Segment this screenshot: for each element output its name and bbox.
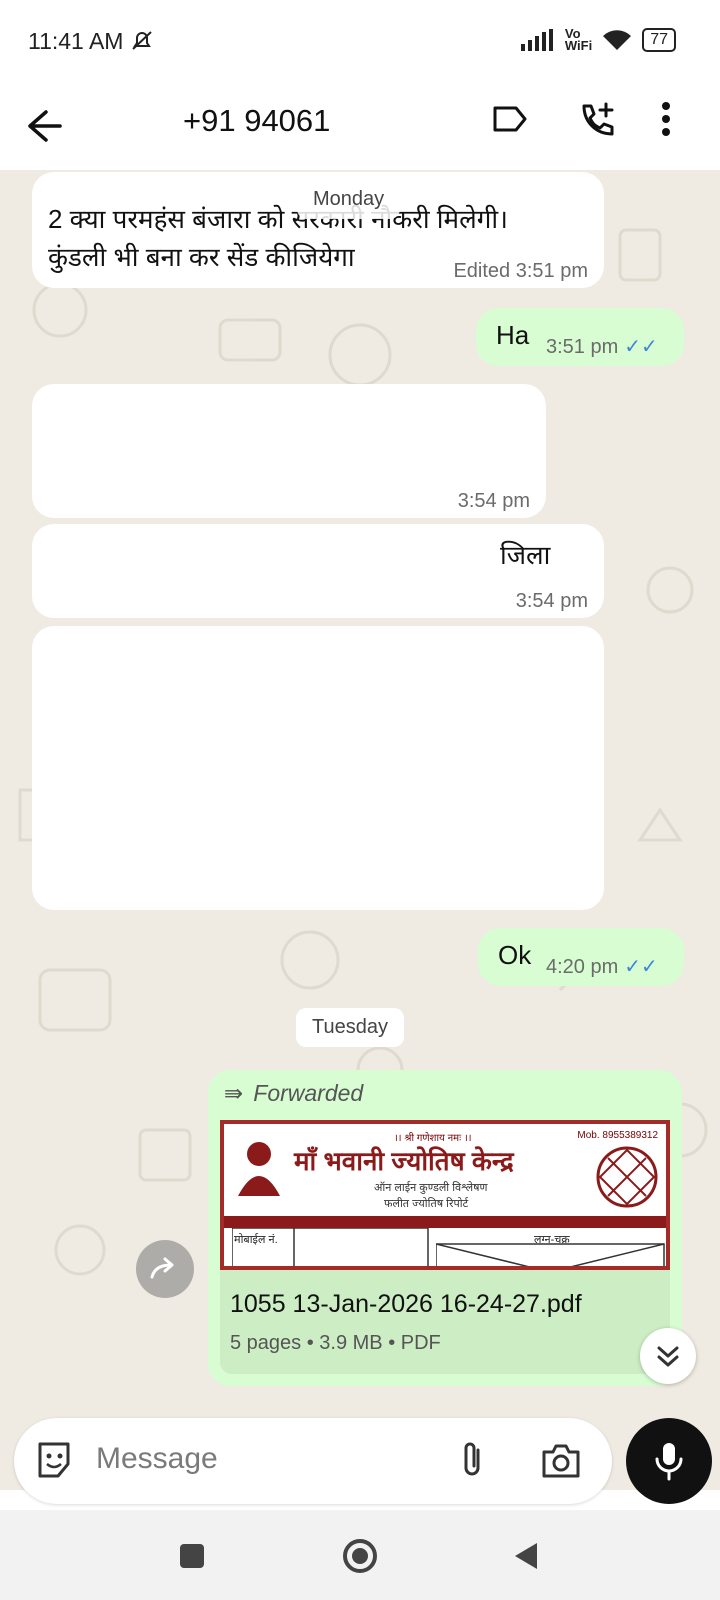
incoming-message[interactable]: जिला 3:54 pm xyxy=(32,524,604,618)
back-nav-icon[interactable] xyxy=(512,1541,540,1571)
outgoing-message[interactable]: Ok 4:20 pm ✓✓ xyxy=(478,928,684,986)
system-navigation-bar xyxy=(0,1510,720,1600)
double-check-icon: ✓✓ xyxy=(624,956,658,978)
document-info[interactable]: 1055 13-Jan-2026 16-24-27.pdf 5 pages • … xyxy=(220,1270,670,1374)
chat-area[interactable]: 2 क्या परमहंस बंजारा को सरकारी नौकरी मिल… xyxy=(0,170,720,1490)
message-text-line2: कुंडली भी बना कर सेंड कीजियेगा xyxy=(48,242,355,272)
forwarded-document-message[interactable]: ⇛ Forwarded ।। श्री गणेशाय नमः ।। Mob. 89… xyxy=(208,1070,682,1386)
forward-arrow-icon: ⇛ xyxy=(224,1080,244,1106)
attach-icon[interactable] xyxy=(458,1440,486,1480)
date-chip-monday: Monday xyxy=(297,180,401,219)
message-text: Ok xyxy=(498,940,532,970)
voice-message-button[interactable] xyxy=(626,1418,712,1504)
forward-icon xyxy=(150,1257,174,1279)
message-timestamp: 3:54 pm xyxy=(457,490,530,512)
vowifi-bottom: WiFi xyxy=(564,38,593,53)
document-preview[interactable]: ।। श्री गणेशाय नमः ।। Mob. 8955389312 मा… xyxy=(220,1120,670,1270)
status-indicators: Vo WiFi 77 xyxy=(520,27,676,53)
label-icon[interactable] xyxy=(492,104,528,134)
vowifi-label: Vo WiFi xyxy=(564,27,593,53)
signal-icon xyxy=(520,29,553,51)
add-call-icon[interactable] xyxy=(578,100,618,140)
outgoing-message[interactable]: Ha 3:51 pm ✓✓ xyxy=(476,308,684,366)
forwarded-label: ⇛ Forwarded xyxy=(224,1080,363,1107)
time-text: 4:20 pm xyxy=(546,956,619,978)
double-check-icon: ✓✓ xyxy=(624,336,658,358)
kundali-emblem-icon xyxy=(596,1146,658,1208)
preview-subtitle-1: ऑन लाईन कुण्डली विश्लेषण xyxy=(374,1182,488,1194)
back-arrow-icon[interactable] xyxy=(26,102,74,150)
chat-header: +91 94061 xyxy=(0,88,720,170)
deity-image-icon xyxy=(238,1142,280,1196)
preview-mobile: Mob. 8955389312 xyxy=(577,1130,658,1141)
wifi-icon xyxy=(603,30,632,50)
more-options-icon[interactable] xyxy=(660,98,672,140)
preview-band xyxy=(224,1216,666,1228)
message-text: जिला xyxy=(500,540,551,570)
message-text: Ha xyxy=(496,320,530,350)
camera-icon[interactable] xyxy=(540,1442,582,1480)
mute-bell-icon xyxy=(132,31,152,50)
double-chevron-down-icon xyxy=(657,1346,679,1367)
preview-title: माँ भवानी ज्योतिष केन्द्र xyxy=(294,1146,514,1176)
message-timestamp: Edited 3:51 pm xyxy=(453,260,588,282)
preview-chart-lines xyxy=(436,1243,665,1266)
preview-table-lines xyxy=(232,1228,429,1266)
microphone-icon xyxy=(655,1443,683,1481)
document-details: 5 pages • 3.9 MB • PDF xyxy=(230,1332,441,1354)
recent-apps-icon[interactable] xyxy=(178,1542,206,1570)
incoming-message[interactable]: 3:54 pm xyxy=(32,384,546,518)
message-timestamp: 4:20 pm ✓✓ xyxy=(546,954,658,979)
message-input[interactable]: Message xyxy=(96,1442,218,1476)
message-composer[interactable]: Message xyxy=(14,1418,612,1504)
message-timestamp: 3:54 pm xyxy=(515,590,588,612)
forwarded-text: Forwarded xyxy=(253,1080,364,1106)
clock-text: 11:41 AM xyxy=(28,28,124,54)
message-text-line1: 2 क्या परमहंस बंजारा को सरकारी नौकरी मिल… xyxy=(48,204,508,234)
status-bar: 11:41 AM Vo WiFi 77 xyxy=(0,0,720,88)
status-time: 11:41 AM xyxy=(28,28,156,55)
scroll-to-bottom-button[interactable] xyxy=(640,1328,696,1384)
home-icon[interactable] xyxy=(341,1537,379,1575)
sticker-icon[interactable] xyxy=(34,1440,74,1480)
incoming-message[interactable] xyxy=(32,626,604,910)
preview-subtitle-2: फलीत ज्योतिष रिपोर्ट xyxy=(384,1198,469,1210)
contact-name[interactable]: +91 94061 xyxy=(183,103,330,139)
document-filename: 1055 13-Jan-2026 16-24-27.pdf xyxy=(230,1290,582,1318)
battery-indicator: 77 xyxy=(642,28,676,52)
date-chip-tuesday: Tuesday xyxy=(296,1008,404,1047)
time-text: 3:51 pm xyxy=(546,336,619,358)
message-timestamp: 3:51 pm ✓✓ xyxy=(546,334,658,359)
forward-message-button[interactable] xyxy=(136,1240,194,1298)
